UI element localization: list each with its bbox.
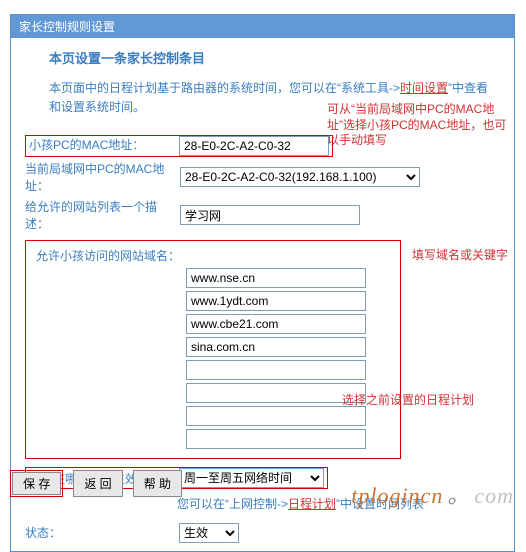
site-label: 允许小孩访问的网站域名： <box>36 247 180 264</box>
watermark-t1: tplogincn <box>351 483 443 508</box>
current-mac-select[interactable]: 28-E0-2C-A2-C0-32(192.168.1.100) <box>180 167 420 187</box>
site-input-4[interactable] <box>186 360 366 380</box>
status-select[interactable]: 生效 <box>179 523 239 543</box>
status-row: 状态： 生效 <box>25 523 500 543</box>
site-inputs <box>186 268 390 449</box>
annotation-domain-hint: 填写域名或关键字 <box>412 248 512 264</box>
site-input-0[interactable] <box>186 268 366 288</box>
schedule-note-before: 您可以在“上网控制-> <box>177 497 288 511</box>
site-input-5[interactable] <box>186 383 366 403</box>
annotation-schedule-hint: 选择之前设置的日程计划 <box>342 393 512 409</box>
save-button[interactable]: 保 存 <box>12 472 61 495</box>
schedule-select[interactable]: 周一至周五网络时间 <box>179 468 324 488</box>
site-input-6[interactable] <box>186 406 366 426</box>
site-input-1[interactable] <box>186 291 366 311</box>
page-subtitle: 本页设置一条家长控制条目 <box>49 48 500 67</box>
watermark: tplogincn。com <box>351 478 514 510</box>
current-mac-label: 当前局域网中PC的MAC地址： <box>25 160 180 194</box>
watermark-dot: 。 <box>443 483 474 508</box>
watermark-t2: com <box>474 483 514 508</box>
back-button[interactable]: 返 回 <box>73 470 122 497</box>
desc-input[interactable] <box>180 205 360 225</box>
time-settings-link[interactable]: 时间设置 <box>400 81 448 95</box>
site-input-2[interactable] <box>186 314 366 334</box>
site-input-3[interactable] <box>186 337 366 357</box>
site-box: 允许小孩访问的网站域名： <box>25 240 500 459</box>
child-mac-label: 小孩PC的MAC地址： <box>29 136 179 156</box>
site-inner: 允许小孩访问的网站域名： <box>25 240 401 459</box>
child-mac-box: 小孩PC的MAC地址： <box>25 135 333 157</box>
child-mac-input[interactable] <box>179 136 329 156</box>
intro-before: 本页面中的日程计划基于路由器的系统时间，您可以在“系统工具-> <box>49 81 400 95</box>
button-bar: 保 存 返 回 帮 助 <box>10 470 182 497</box>
help-button[interactable]: 帮 助 <box>133 470 182 497</box>
schedule-plan-link[interactable]: 日程计划 <box>288 497 336 511</box>
desc-label: 给允许的网站列表一个描述： <box>25 198 180 232</box>
desc-row: 给允许的网站列表一个描述： <box>25 198 500 232</box>
panel-title: 家长控制规则设置 <box>11 15 514 38</box>
site-input-7[interactable] <box>186 429 366 449</box>
save-button-highlight: 保 存 <box>10 470 63 497</box>
annotation-mac-hint: 可从“当前局域网中PC的MAC地址”选择小孩PC的MAC地址，也可以手动填写 <box>327 102 512 149</box>
status-label: 状态： <box>25 524 179 541</box>
current-mac-row: 当前局域网中PC的MAC地址： 28-E0-2C-A2-C0-32(192.16… <box>25 160 500 194</box>
